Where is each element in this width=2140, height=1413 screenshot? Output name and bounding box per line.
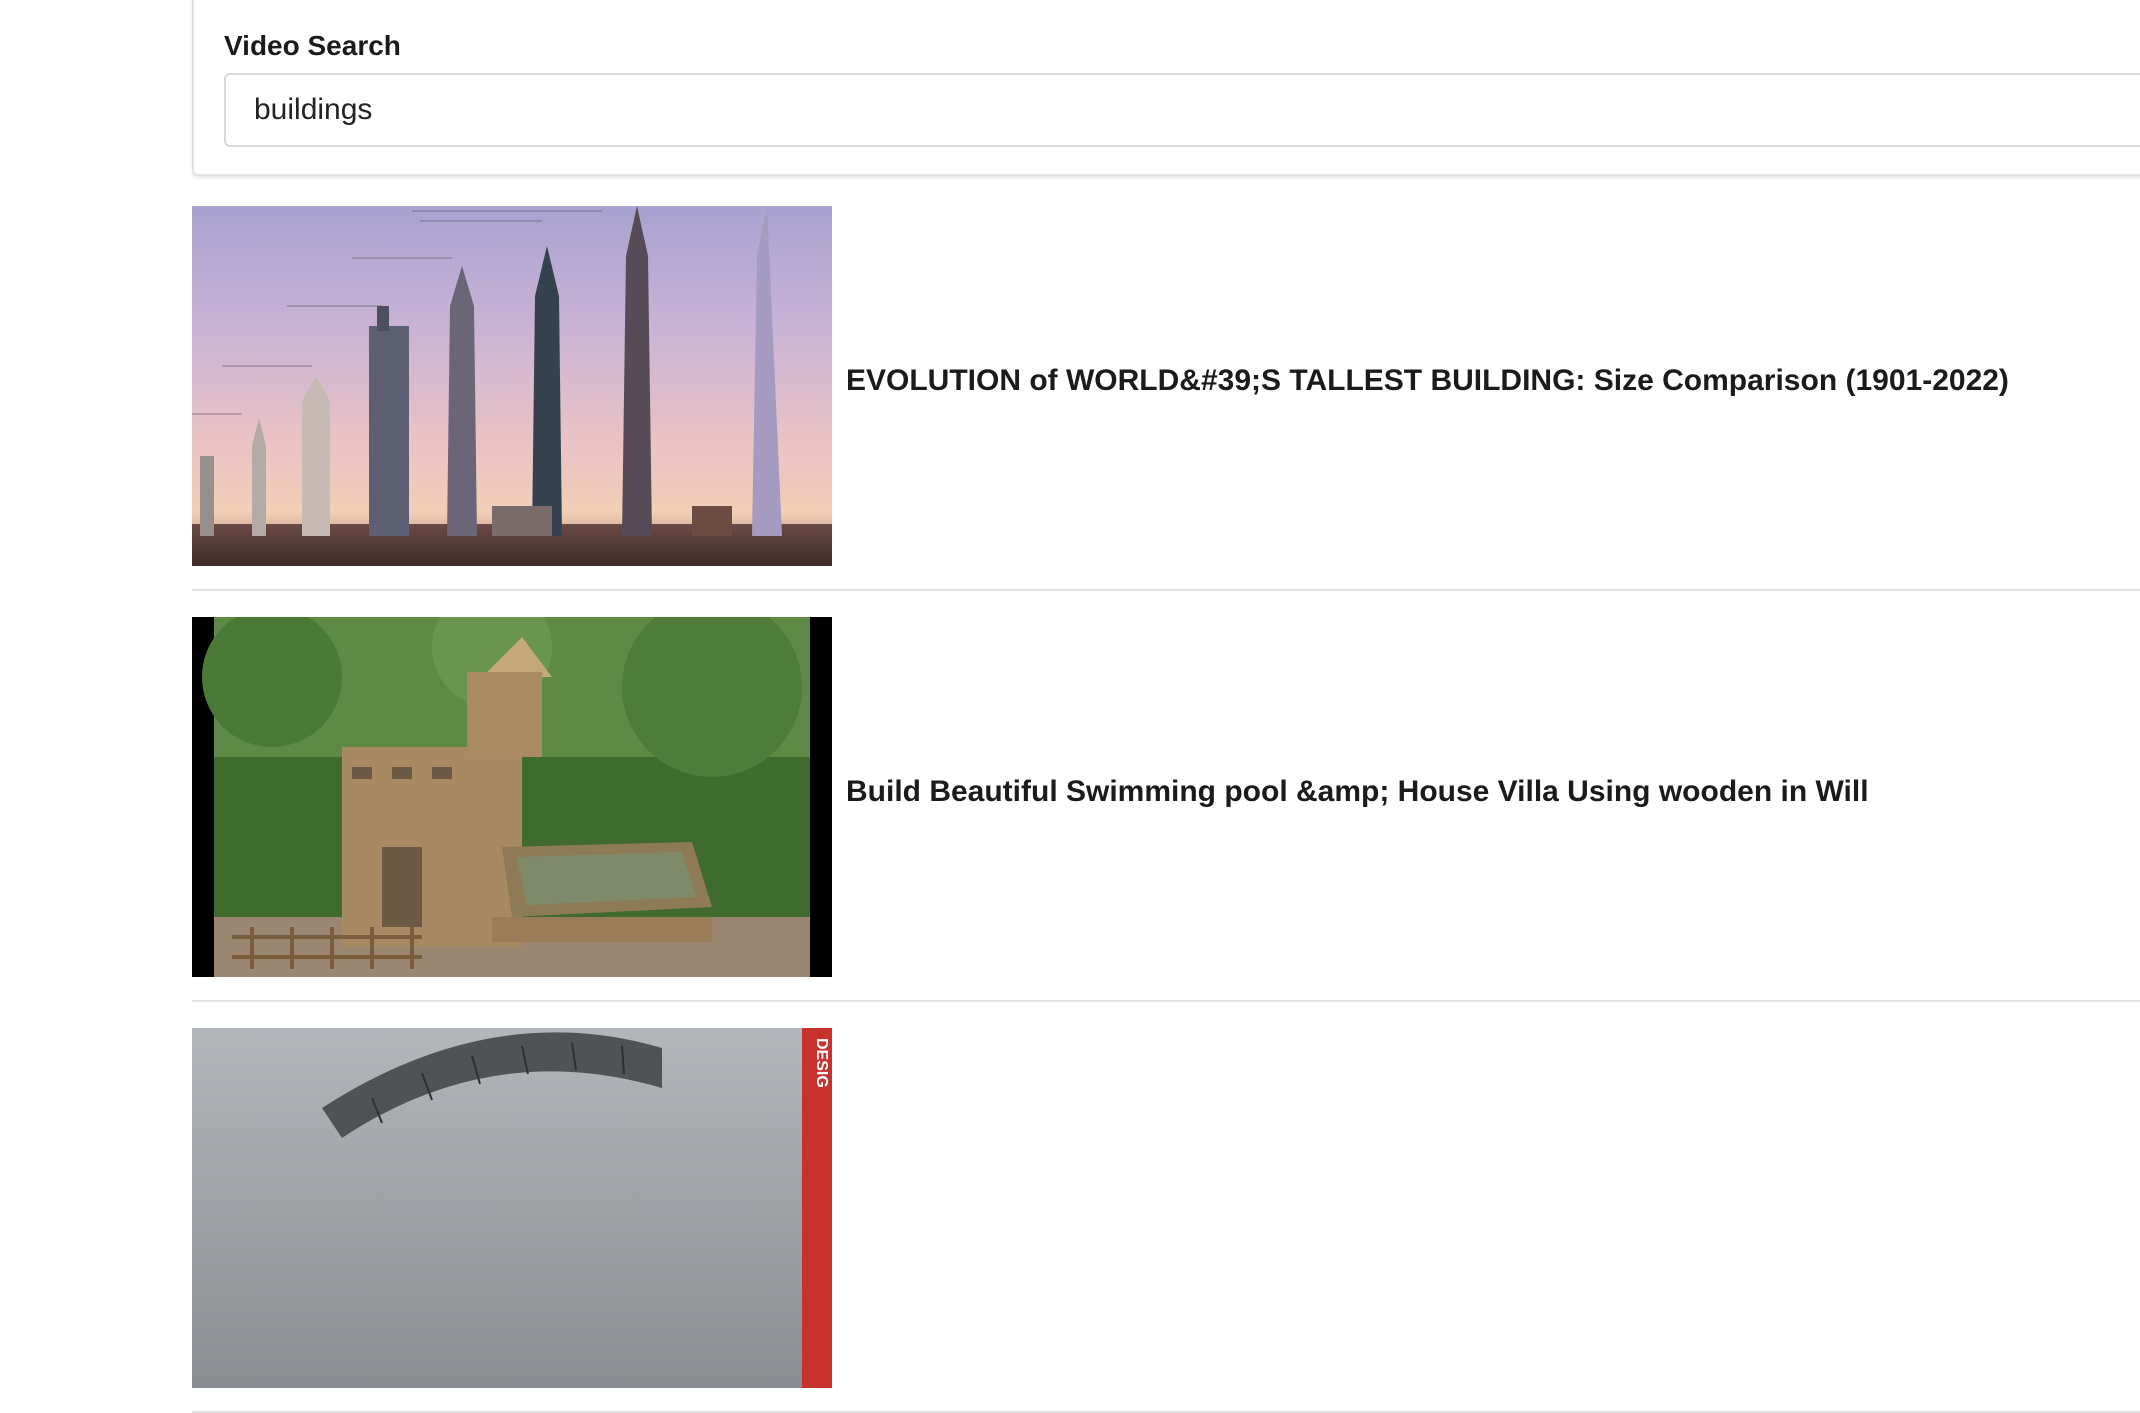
video-thumbnail[interactable]	[192, 206, 832, 566]
search-card: Video Search	[192, 0, 2140, 176]
search-input[interactable]	[224, 73, 2140, 147]
skyscrapers-thumbnail-icon	[192, 206, 832, 566]
video-title[interactable]: Build Beautiful Swimming pool &amp; Hous…	[846, 775, 1869, 809]
video-title[interactable]: EVOLUTION of WORLD&#39;S TALLEST BUILDIN…	[846, 364, 2009, 398]
row-gap	[192, 1002, 2140, 1028]
thumbnail-badge: DESIG	[813, 1038, 830, 1088]
result-item[interactable]: EVOLUTION of WORLD&#39;S TALLEST BUILDIN…	[192, 206, 2140, 591]
jungle-villa-thumbnail-icon	[192, 617, 832, 977]
video-thumbnail[interactable]: DESIG	[192, 1028, 832, 1388]
result-item[interactable]: DESIG	[192, 1028, 2140, 1413]
result-item[interactable]: Build Beautiful Swimming pool &amp; Hous…	[192, 617, 2140, 1002]
video-thumbnail[interactable]	[192, 617, 832, 977]
results-list: EVOLUTION of WORLD&#39;S TALLEST BUILDIN…	[192, 206, 2140, 1413]
row-gap	[192, 591, 2140, 617]
design-arch-thumbnail-icon: DESIG	[192, 1028, 832, 1388]
search-label: Video Search	[224, 30, 401, 61]
